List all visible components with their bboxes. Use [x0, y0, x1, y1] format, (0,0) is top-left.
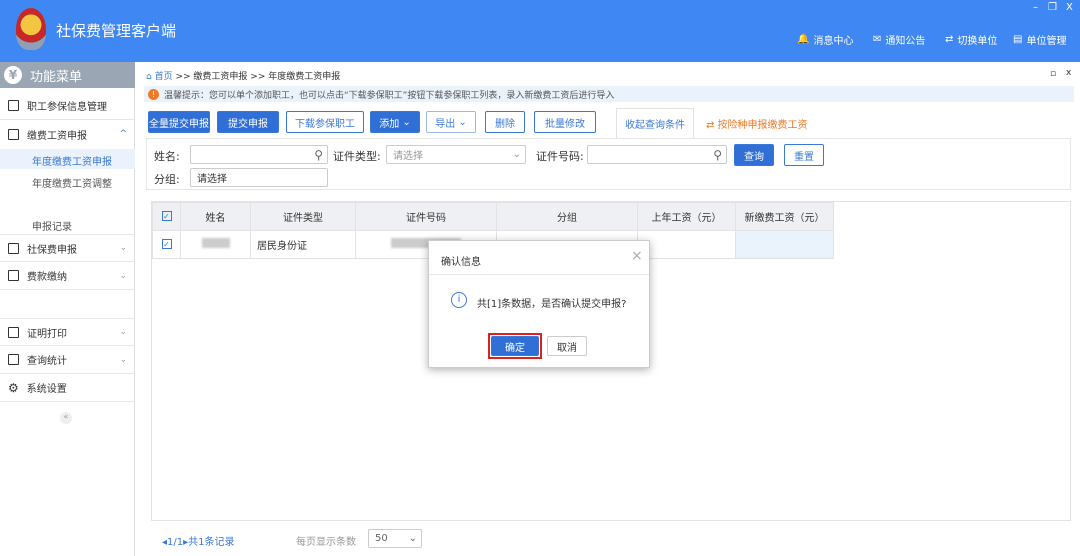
col-id-number: 证件号码 [355, 202, 497, 231]
sidebar-sub-records[interactable]: 申报记录 [32, 218, 72, 233]
col-last-wage: 上年工资（元） [637, 202, 736, 231]
col-name: 姓名 [180, 202, 251, 231]
chart-icon [8, 354, 19, 365]
info-icon: ! [148, 88, 159, 100]
page-size-select[interactable]: 50 ⌄ [368, 529, 422, 548]
sidebar-header: ¥ 功能菜单 [0, 62, 135, 88]
chevron-down-icon: ⌄ [119, 354, 127, 365]
edit-icon [8, 128, 19, 140]
sidebar: ¥ 功能菜单 职工参保信息管理 缴费工资申报 ^ 年度缴费工资申报 年度缴费工资调整… [0, 62, 135, 556]
add-button[interactable]: 添加 ⌄ [370, 111, 420, 133]
confirm-dialog: 确认信息 × i 共[1]条数据，是否确认提交申报? 确定 取消 [428, 240, 650, 368]
new-wage-input[interactable] [735, 230, 834, 259]
select-all-checkbox[interactable]: ✓ [161, 211, 172, 221]
chevron-up-icon: ^ [119, 129, 127, 139]
col-new-wage: 新缴费工资（元） [735, 202, 834, 231]
cell-name-redacted [180, 230, 251, 259]
cell-last-wage [637, 230, 736, 259]
by-insurance-link[interactable]: ⇄ 按险种申报缴费工资 [706, 116, 808, 131]
list-icon [8, 100, 19, 111]
cancel-button[interactable]: 取消 [547, 336, 587, 356]
delete-button[interactable]: 删除 [485, 111, 525, 133]
pagination: ◂1/1▸共1条记录 [162, 537, 235, 548]
message-icon: 🔔 [797, 34, 810, 45]
col-id-type: 证件类型 [250, 202, 356, 231]
query-button[interactable]: 查询 [734, 144, 774, 166]
row-checkbox[interactable]: ✓ [161, 239, 172, 249]
app-title: 社保费管理客户端 [56, 22, 177, 40]
tab-close-icon[interactable]: x [1066, 68, 1071, 78]
tab-restore-icon[interactable]: ▫ [1050, 69, 1056, 79]
submit-button[interactable]: 提交申报 [217, 111, 279, 133]
dialog-title: 确认信息 [441, 257, 481, 268]
id-number-label: 证件号码: [536, 150, 584, 163]
breadcrumb-home[interactable]: 首页 [155, 72, 173, 82]
notice-link[interactable]: ✉ 通知公告 [873, 32, 925, 47]
col-group: 分组 [496, 202, 638, 231]
sidebar-item-stats[interactable]: 查询统计 ⌄ [0, 346, 135, 374]
table-header: ✓ 姓名 证件类型 证件号码 分组 上年工资（元） 新缴费工资（元） [152, 202, 834, 231]
minimize-button[interactable]: – [1033, 2, 1038, 13]
unit-icon: ▤ [1013, 34, 1023, 45]
chevron-down-icon: ⌄ [119, 327, 127, 337]
search-icon: ⚲ [314, 147, 323, 162]
dialog-close-icon[interactable]: × [631, 248, 643, 264]
title-bar: 社保费管理客户端 🔔 消息中心 ✉ 通知公告 ⇄ 切换单位 ▤ 单位管理 – ❐ X [0, 0, 1080, 62]
ok-button[interactable]: 确定 [491, 336, 539, 356]
id-type-label: 证件类型: [333, 150, 381, 163]
id-number-input[interactable]: ⚲ [587, 145, 727, 164]
cell-id-type: 居民身份证 [250, 230, 356, 259]
sidebar-item-wage-declare[interactable]: 缴费工资申报 ^ [0, 120, 135, 148]
yen-icon: ¥ [4, 66, 22, 84]
save-icon [8, 270, 19, 281]
chevron-down-icon: ⌄ [119, 270, 127, 281]
close-button[interactable]: X [1066, 2, 1073, 13]
collapse-sidebar-button[interactable]: « [60, 412, 72, 424]
home-icon: ⌂ [146, 72, 155, 82]
info-circle-icon: i [451, 292, 467, 308]
sidebar-item-social-declare[interactable]: 社保费申报 ⌄ [0, 234, 135, 262]
print-icon [8, 326, 19, 338]
unit-manage-link[interactable]: ▤ 单位管理 [1013, 32, 1066, 47]
chevron-down-icon: ⌄ [512, 149, 521, 160]
sidebar-item-payment[interactable]: 费款缴纳 ⌄ [0, 262, 135, 290]
name-label: 姓名: [154, 150, 180, 163]
emblem-logo [16, 8, 46, 50]
switch-unit-link[interactable]: ⇄ 切换单位 [945, 32, 997, 47]
submit-all-button[interactable]: 全量提交申报 [148, 111, 210, 133]
dialog-message: 共[1]条数据，是否确认提交申报? [477, 299, 627, 310]
sidebar-item-settings[interactable]: ⚙ 系统设置 [0, 374, 135, 402]
gear-icon: ⚙ [8, 380, 19, 395]
sidebar-sub-annual-adjust[interactable]: 年度缴费工资调整 [32, 175, 112, 190]
chevron-down-icon: ⌄ [408, 533, 417, 544]
divider [429, 274, 649, 275]
sidebar-sub-annual-declare[interactable]: 年度缴费工资申报 [32, 153, 112, 168]
batch-edit-button[interactable]: 批量修改 [534, 111, 596, 133]
group-select[interactable]: 请选择 [190, 168, 328, 187]
export-button[interactable]: 导出 ⌄ [426, 111, 476, 133]
download-employees-button[interactable]: 下载参保职工 [286, 111, 364, 133]
message-center-link[interactable]: 🔔 消息中心 [797, 32, 853, 47]
breadcrumb: ⌂ 首页 >> 缴费工资申报 >> 年度缴费工资申报 [146, 72, 341, 82]
doc-icon [8, 242, 19, 254]
sidebar-item-employee-info[interactable]: 职工参保信息管理 [0, 92, 135, 120]
sidebar-item-print[interactable]: 证明打印 ⌄ [0, 318, 135, 346]
chevron-down-icon: ⌄ [119, 243, 127, 253]
swap-icon: ⇄ [706, 120, 718, 131]
notice-icon: ✉ [873, 34, 882, 45]
tab-collapse-query[interactable]: 收起查询条件 [616, 108, 694, 138]
search-icon: ⚲ [713, 147, 722, 162]
tip-bar: ! 温馨提示：您可以单个添加职工，也可以点击“下载参保职工”按钮下载参保职工列表，… [144, 86, 1074, 102]
page-size-label: 每页显示条数 [296, 537, 356, 548]
name-input[interactable]: ⚲ [190, 145, 328, 164]
id-type-select[interactable]: 请选择 ⌄ [386, 145, 526, 164]
switch-icon: ⇄ [945, 34, 954, 45]
restore-button[interactable]: ❐ [1048, 2, 1057, 13]
group-label: 分组: [154, 173, 180, 186]
reset-button[interactable]: 重置 [784, 144, 824, 166]
